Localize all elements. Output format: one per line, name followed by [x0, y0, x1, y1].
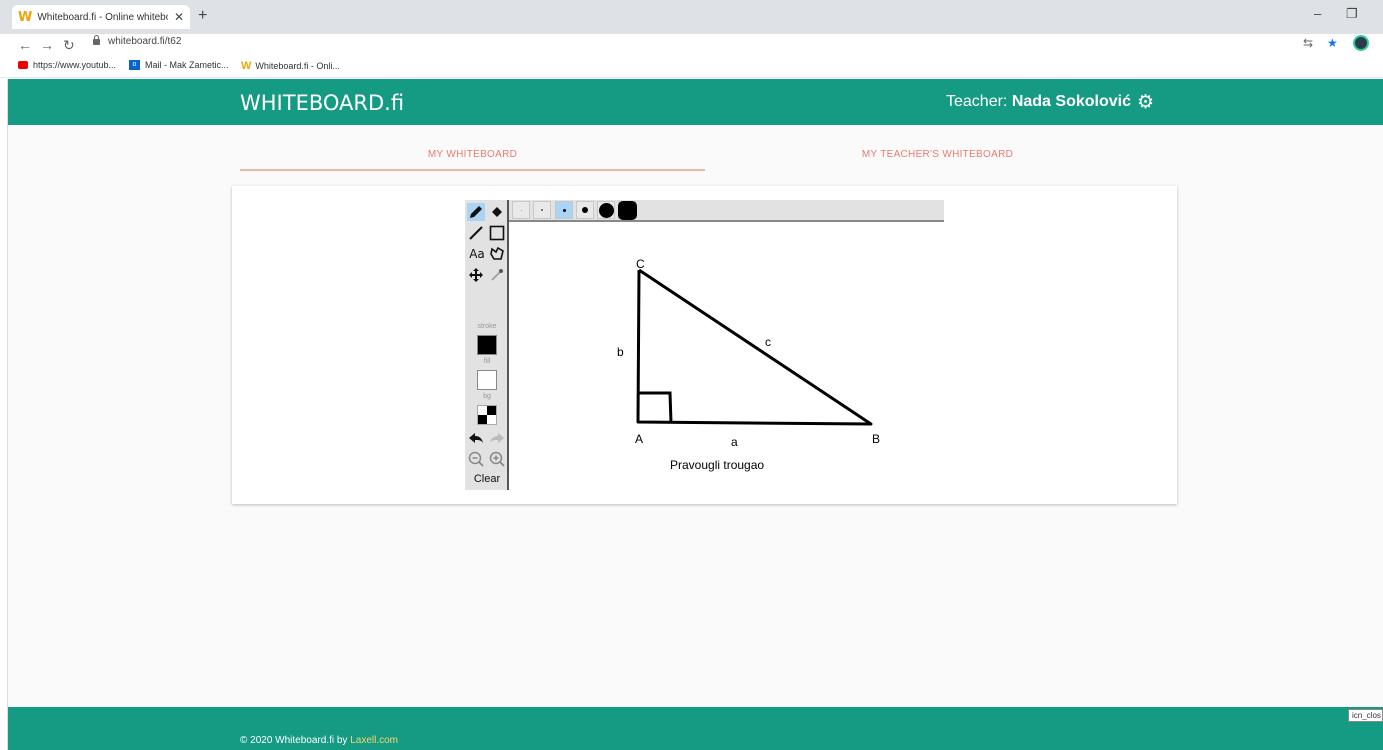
browser-tab[interactable]: W Whiteboard.fi - Online whitebo ✕: [12, 5, 190, 29]
bg-label: bg: [483, 393, 491, 400]
page-root: W Whiteboard.fi - Online whitebo ✕ + – ❐…: [0, 0, 1383, 750]
zoom-out-button[interactable]: [467, 450, 485, 468]
translate-icon[interactable]: ⇆: [1303, 36, 1313, 50]
line-tool[interactable]: [467, 224, 485, 242]
redo-button[interactable]: [488, 429, 506, 447]
brush-size-5[interactable]: [597, 201, 615, 219]
browser-tab-strip: [0, 0, 1383, 34]
eraser-tool[interactable]: [488, 203, 506, 221]
minimize-icon[interactable]: –: [1314, 6, 1321, 21]
size-dot-icon: [563, 209, 566, 212]
bookmark-label: Whiteboard.fi - Onli...: [255, 61, 340, 71]
size-dot-icon: [599, 203, 614, 218]
lasso-tool[interactable]: [488, 245, 506, 263]
tab-my-whiteboard[interactable]: MY WHITEBOARD: [240, 140, 705, 171]
restore-icon[interactable]: ❐: [1346, 6, 1358, 22]
site-header: [8, 79, 1383, 125]
size-dot-icon: [541, 209, 543, 211]
site-footer: [8, 707, 1383, 750]
bookmark-youtube[interactable]: https://www.youtub...: [18, 60, 116, 70]
bookmark-label: https://www.youtub...: [33, 60, 117, 70]
site-logo[interactable]: WHITEBOARD.fi: [240, 91, 404, 115]
outlook-icon: o: [129, 60, 140, 70]
drawing-canvas[interactable]: C A B b c a Pravougli trougao: [509, 222, 944, 490]
move-icon: [469, 268, 483, 282]
teacher-name: Nada Sokolović: [1011, 93, 1131, 110]
stroke-color-swatch[interactable]: [477, 335, 497, 355]
vertex-label-b: B: [872, 432, 880, 446]
fill-color-swatch[interactable]: [477, 370, 497, 390]
pencil-tool[interactable]: [467, 203, 485, 221]
tab-teachers-whiteboard[interactable]: MY TEACHER'S WHITEBOARD: [705, 140, 1170, 171]
browser-tab-title: Whiteboard.fi - Online whitebo: [37, 11, 168, 23]
triangle-drawing: [636, 268, 873, 426]
redo-icon: [490, 433, 504, 443]
laxell-link[interactable]: Laxell.com: [350, 735, 398, 746]
brush-size-bar: [509, 200, 944, 222]
reload-icon[interactable]: ↻: [63, 37, 75, 54]
stroke-label: stroke: [477, 323, 497, 330]
settings-gear-icon[interactable]: ⚙: [1137, 93, 1154, 112]
url-field[interactable]: whiteboard.fi/t62: [93, 34, 182, 47]
bookmark-whiteboard[interactable]: W Whiteboard.fi - Onli...: [241, 60, 340, 72]
brush-size-4[interactable]: [576, 201, 594, 219]
side-label-b: b: [617, 345, 624, 359]
forward-arrow-icon[interactable]: →: [40, 37, 54, 53]
fill-label: fill: [483, 358, 491, 365]
clear-button[interactable]: Clear: [465, 473, 509, 485]
rectangle-tool[interactable]: [488, 224, 506, 242]
background-color-swatch[interactable]: [477, 405, 497, 425]
zoom-out-icon: [468, 451, 484, 467]
right-angle-marker: [638, 391, 673, 424]
tooltip: icn_clos: [1348, 709, 1383, 722]
eyedropper-icon: [491, 269, 503, 281]
profile-avatar[interactable]: [1353, 35, 1369, 51]
bookmark-mail[interactable]: o Mail - Mak Zametic...: [129, 60, 229, 70]
brush-size-3[interactable]: [555, 201, 573, 219]
footer-copyright: © 2020 Whiteboard.fi by Laxell.com: [240, 735, 398, 746]
whiteboard-favicon-icon: W: [18, 9, 33, 25]
lasso-icon: [490, 246, 504, 260]
rectangle-icon: [489, 225, 505, 241]
pencil-icon: [470, 206, 482, 218]
teacher-prefix: Teacher:: [946, 93, 1008, 110]
brush-size-2[interactable]: [533, 201, 551, 219]
lock-icon: [93, 34, 100, 45]
vertex-label-a: A: [635, 432, 643, 446]
move-tool[interactable]: [467, 266, 485, 284]
drawing-caption: Pravougli trougao: [670, 458, 764, 472]
new-tab-button[interactable]: +: [198, 7, 207, 25]
whiteboard-icon: W: [241, 60, 252, 72]
zoom-in-icon: [489, 451, 505, 467]
line-icon: [469, 226, 483, 240]
zoom-in-button[interactable]: [488, 450, 506, 468]
undo-icon: [469, 433, 483, 443]
brush-size-6[interactable]: [618, 201, 637, 220]
size-dot-icon: [618, 201, 637, 220]
left-edge: [0, 79, 8, 750]
text-tool[interactable]: Aa: [467, 245, 487, 263]
side-label-c: c: [765, 335, 771, 349]
size-dot-icon: [521, 210, 522, 211]
youtube-icon: [18, 61, 28, 69]
back-arrow-icon[interactable]: ←: [18, 37, 32, 53]
teacher-info: Teacher: Nada Sokolović: [946, 93, 1131, 111]
bookmark-star-icon[interactable]: ★: [1327, 36, 1338, 50]
size-dot-icon: [582, 207, 588, 213]
vertex-label-c: C: [636, 257, 645, 271]
eyedropper-tool[interactable]: [488, 266, 506, 284]
copyright-text: © 2020 Whiteboard.fi by: [240, 735, 351, 746]
undo-button[interactable]: [467, 429, 485, 447]
address-bar-row: [0, 34, 1383, 56]
eraser-icon: [492, 207, 502, 217]
tab-close-icon[interactable]: ✕: [174, 10, 184, 24]
brush-size-1[interactable]: [512, 201, 530, 219]
bookmark-label: Mail - Mak Zametic...: [145, 60, 229, 70]
url-text: whiteboard.fi/t62: [108, 36, 182, 47]
side-label-a: a: [731, 435, 738, 449]
